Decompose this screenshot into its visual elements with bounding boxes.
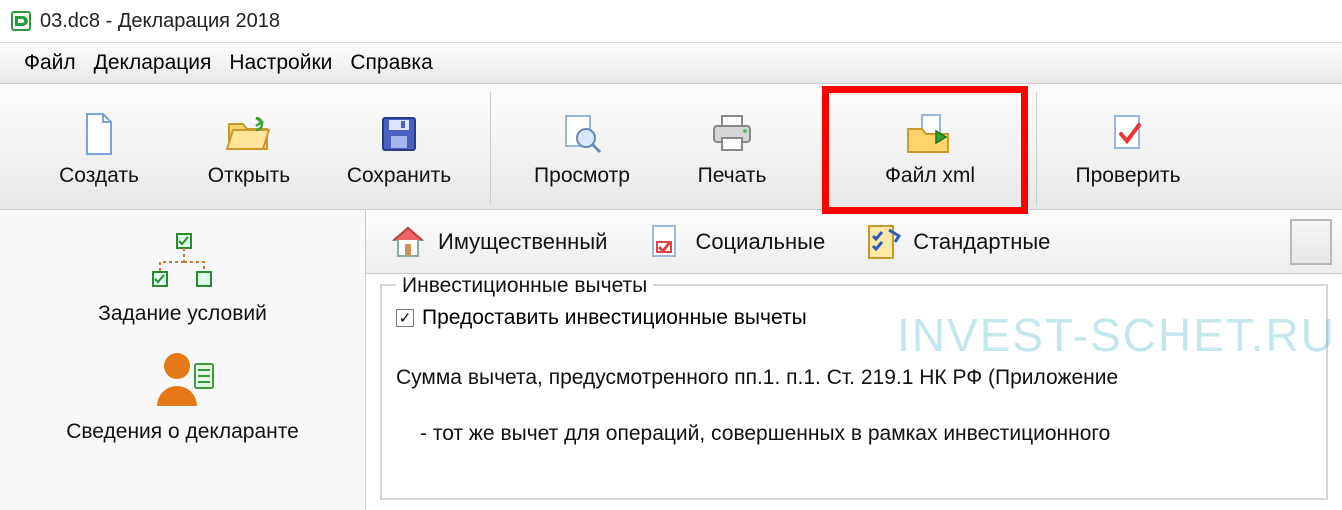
xml-file-label: Файл xml [885,164,975,188]
check-document-icon [1104,110,1152,158]
save-label: Сохранить [347,164,451,188]
checkbox-icon[interactable]: ✓ [396,309,414,327]
content-area: Имущественный Социальные Стандартные Инв… [366,210,1342,510]
tab-overflow-slot[interactable] [1290,219,1332,265]
tab-standard-label: Стандартные [913,229,1050,255]
open-label: Открыть [208,164,290,188]
sidebar-label-conditions: Задание условий [98,302,267,326]
conditions-icon [147,230,219,292]
deduction-line-1: Сумма вычета, предусмотренного пп.1. п.1… [396,358,1312,398]
magnifier-icon [558,110,606,158]
toolbar-group-file: Создать Открыть Сохранить [8,92,491,205]
preview-button[interactable]: Просмотр [507,92,657,205]
tab-property[interactable]: Имущественный [388,222,607,262]
investment-deductions-group: Инвестиционные вычеты ✓ Предоставить инв… [380,284,1328,500]
toolbar-group-check: Проверить [1037,92,1219,205]
new-document-icon [75,110,123,158]
create-label: Создать [59,164,139,188]
menu-bar: Файл Декларация Настройки Справка [0,42,1342,84]
checkbox-label: Предоставить инвестиционные вычеты [422,306,807,330]
house-icon [388,222,428,262]
save-icon [375,110,423,158]
checklist-icon [863,222,903,262]
deduction-tabs: Имущественный Социальные Стандартные [366,210,1342,274]
xml-file-button[interactable]: Файл xml [840,92,1020,205]
person-icon [147,348,219,410]
save-button[interactable]: Сохранить [324,92,474,205]
window-titlebar: 03.dc8 - Декларация 2018 [0,0,1342,42]
tab-property-label: Имущественный [438,229,607,255]
check-label: Проверить [1075,164,1180,188]
group-legend: Инвестиционные вычеты [396,274,653,298]
toolbar-group-view: Просмотр Печать [491,92,824,205]
deduction-text: Сумма вычета, предусмотренного пп.1. п.1… [396,358,1312,454]
window-title: 03.dc8 - Декларация 2018 [40,10,280,33]
toolbar: Создать Открыть Сохранить Просмотр Пе [0,84,1342,210]
main-area: Задание условий Сведения о декларанте [0,210,1342,510]
tab-standard[interactable]: Стандартные [863,222,1050,262]
checkbox-document-icon [645,222,685,262]
sidebar-item-declarant[interactable]: Сведения о декларанте [66,348,299,444]
toolbar-group-export: Файл xml [824,92,1037,205]
provide-deductions-checkbox-row[interactable]: ✓ Предоставить инвестиционные вычеты [396,306,1312,330]
sidebar: Задание условий Сведения о декларанте [0,210,366,510]
print-button[interactable]: Печать [657,92,807,205]
app-icon [10,10,32,32]
printer-icon [708,110,756,158]
sidebar-item-conditions[interactable]: Задание условий [98,230,267,326]
menu-settings[interactable]: Настройки [229,51,332,75]
menu-help[interactable]: Справка [350,51,432,75]
preview-label: Просмотр [534,164,630,188]
folder-xml-icon [906,110,954,158]
tab-social-label: Социальные [695,229,825,255]
sidebar-label-declarant: Сведения о декларанте [66,420,299,444]
tab-social[interactable]: Социальные [645,222,825,262]
folder-open-icon [225,110,273,158]
menu-declaration[interactable]: Декларация [94,51,212,75]
open-button[interactable]: Открыть [174,92,324,205]
menu-file[interactable]: Файл [24,51,76,75]
create-button[interactable]: Создать [24,92,174,205]
print-label: Печать [698,164,767,188]
deduction-line-2: - тот же вычет для операций, совершенных… [396,414,1312,454]
check-button[interactable]: Проверить [1053,92,1203,205]
